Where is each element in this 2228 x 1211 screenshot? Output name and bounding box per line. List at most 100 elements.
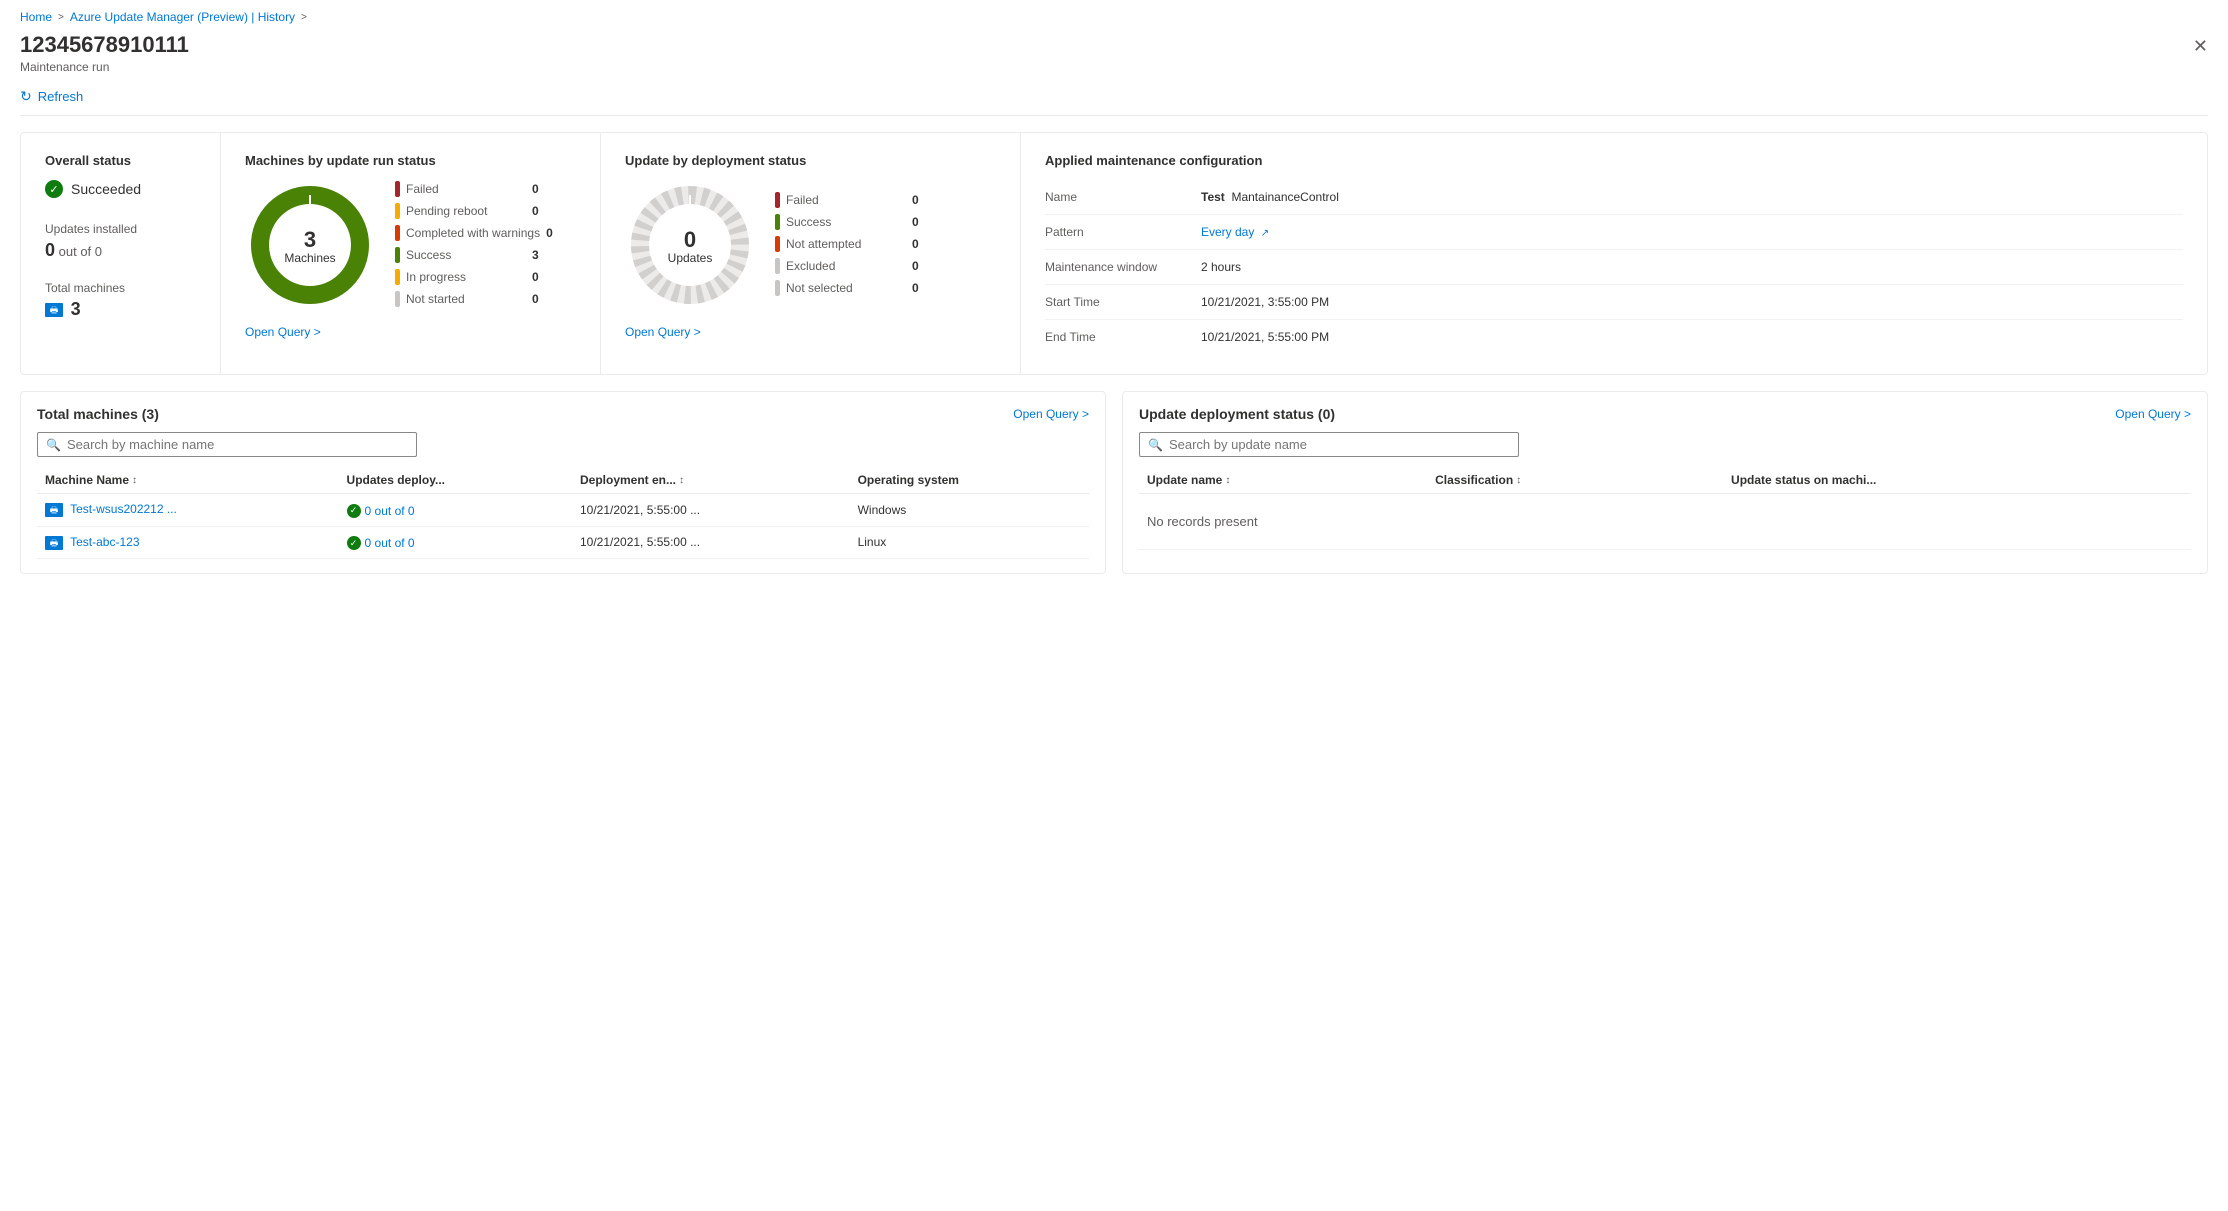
- refresh-label: Refresh: [38, 89, 84, 104]
- machine-deployment-2: 10/21/2021, 5:55:00 ...: [572, 526, 850, 559]
- refresh-button[interactable]: ↻ Refresh: [20, 88, 83, 105]
- updates-table-header: Update deployment status (0) Open Query …: [1139, 406, 2191, 422]
- config-val-starttime: 10/21/2021, 3:55:00 PM: [1201, 295, 1329, 309]
- overall-status-title: Overall status: [45, 153, 196, 168]
- machines-col-os: Operating system: [850, 467, 1089, 494]
- breadcrumb-home[interactable]: Home: [20, 10, 52, 24]
- sort-icon-name: ↕: [132, 475, 137, 486]
- config-table: Name Test MantainanceControl Pattern Eve…: [1045, 180, 2183, 354]
- config-row-window: Maintenance window 2 hours: [1045, 250, 2183, 285]
- legend-bar-success: [395, 247, 400, 263]
- updates-donut-num: 0: [668, 229, 713, 251]
- legend-item-pendingreboot: Pending reboot 0: [395, 203, 553, 219]
- updates-donut-text: Updates: [668, 251, 713, 265]
- updates-open-query[interactable]: Open Query >: [625, 325, 701, 339]
- legend-bar-notstarted: [395, 291, 400, 307]
- update-name-excluded: Excluded: [786, 259, 906, 273]
- updates-table-open-query[interactable]: Open Query >: [2115, 407, 2191, 421]
- machines-sort-deployment[interactable]: Deployment en... ↕: [580, 473, 684, 487]
- legend-name-pendingreboot: Pending reboot: [406, 204, 526, 218]
- machines-open-query[interactable]: Open Query >: [245, 325, 321, 339]
- legend-name-success: Success: [406, 248, 526, 262]
- updates-table-title: Update deployment status (0): [1139, 406, 1335, 422]
- machines-search-input[interactable]: [67, 437, 408, 452]
- update-bar-notattempted: [775, 236, 780, 252]
- update-val-failed: 0: [912, 193, 919, 207]
- close-button[interactable]: ✕: [2193, 36, 2208, 57]
- status-succeeded: ✓ Succeeded: [45, 180, 196, 198]
- updates-sort-name[interactable]: Update name ↕: [1147, 473, 1230, 487]
- machines-donut-num: 3: [284, 229, 335, 251]
- legend-item-success: Success 3: [395, 247, 553, 263]
- machines-donut: 3 Machines: [245, 180, 375, 313]
- pattern-link[interactable]: Every day ↗: [1201, 225, 1269, 239]
- legend-name-completedwarnings: Completed with warnings: [406, 226, 540, 240]
- external-link-icon: ↗: [1261, 228, 1269, 239]
- overall-status-panel: Overall status ✓ Succeeded Updates insta…: [21, 133, 221, 374]
- machine-name-1: 🖶 Test-wsus202212 ...: [37, 494, 339, 527]
- machine-icon: 🖶: [45, 303, 63, 317]
- sort-icon-classification: ↕: [1516, 475, 1521, 486]
- tables-row: Total machines (3) Open Query > 🔍 Machin…: [20, 391, 2208, 574]
- total-machines-section: Total machines 🖶 3: [45, 281, 196, 320]
- machine-deployment-1: 10/21/2021, 5:55:00 ...: [572, 494, 850, 527]
- machines-col-deployment[interactable]: Deployment en... ↕: [572, 467, 850, 494]
- refresh-icon: ↻: [20, 88, 32, 105]
- updates-chart-panel: Update by deployment status 0 Updates: [601, 133, 1021, 374]
- machine-os-2: Linux: [850, 526, 1089, 559]
- legend-item-notstarted: Not started 0: [395, 291, 553, 307]
- machines-col-name[interactable]: Machine Name ↕: [37, 467, 339, 494]
- config-row-pattern: Pattern Every day ↗: [1045, 215, 2183, 250]
- machine-link-1[interactable]: Test-wsus202212 ...: [70, 502, 177, 516]
- updates-sort-classification[interactable]: Classification ↕: [1435, 473, 1521, 487]
- status-row: Overall status ✓ Succeeded Updates insta…: [20, 132, 2208, 375]
- main-content: Overall status ✓ Succeeded Updates insta…: [0, 116, 2228, 590]
- legend-val-pendingreboot: 0: [532, 204, 539, 218]
- legend-item-inprogress: In progress 0: [395, 269, 553, 285]
- succeeded-icon: ✓: [45, 180, 63, 198]
- update-legend-failed: Failed 0: [775, 192, 919, 208]
- machines-search-box[interactable]: 🔍: [37, 432, 417, 457]
- machines-donut-text: Machines: [284, 251, 335, 265]
- update-val-success: 0: [912, 215, 919, 229]
- updates-search-input[interactable]: [1169, 437, 1510, 452]
- update-bar-excluded: [775, 258, 780, 274]
- breadcrumb-parent[interactable]: Azure Update Manager (Preview) | History: [70, 10, 295, 24]
- machines-chart-panel: Machines by update run status 3 Machines: [221, 133, 601, 374]
- table-row: 🖶 Test-wsus202212 ... ✓ 0 out of 0 10/21…: [37, 494, 1089, 527]
- update-legend-success: Success 0: [775, 214, 919, 230]
- total-machines-count: 3: [71, 299, 81, 319]
- update-name-failed: Failed: [786, 193, 906, 207]
- updates-installed-label: Updates installed: [45, 222, 196, 236]
- updates-data-table: Update name ↕ Classification ↕ Update st…: [1139, 467, 2191, 550]
- machines-table-title: Total machines (3): [37, 406, 159, 422]
- config-key-starttime: Start Time: [1045, 295, 1185, 309]
- updates-col-status: Update status on machi...: [1723, 467, 2191, 494]
- legend-item-failed: Failed 0: [395, 181, 553, 197]
- config-val-endtime: 10/21/2021, 5:55:00 PM: [1201, 330, 1329, 344]
- maintenance-panel-title: Applied maintenance configuration: [1045, 153, 2183, 168]
- updates-col-name[interactable]: Update name ↕: [1139, 467, 1427, 494]
- sort-icon-update: ↕: [1225, 475, 1230, 486]
- no-records-cell: No records present: [1139, 494, 2191, 550]
- machines-sort-name[interactable]: Machine Name ↕: [45, 473, 137, 487]
- updates-col-classification[interactable]: Classification ↕: [1427, 467, 1723, 494]
- update-val-notselected: 0: [912, 281, 919, 295]
- config-val-name: Test MantainanceControl: [1201, 190, 1339, 204]
- machine-link-2[interactable]: Test-abc-123: [70, 535, 139, 549]
- update-legend-notselected: Not selected 0: [775, 280, 919, 296]
- machines-table-header: Total machines (3) Open Query >: [37, 406, 1089, 422]
- machines-table-open-query[interactable]: Open Query >: [1013, 407, 1089, 421]
- config-key-endtime: End Time: [1045, 330, 1185, 344]
- machines-col-updates: Updates deploy...: [339, 467, 572, 494]
- update-bar-success: [775, 214, 780, 230]
- machine-updates-link-1[interactable]: 0 out of 0: [365, 504, 415, 518]
- machine-updates-link-2[interactable]: 0 out of 0: [365, 536, 415, 550]
- updates-search-box[interactable]: 🔍: [1139, 432, 1519, 457]
- machine-updates-1: ✓ 0 out of 0: [339, 494, 572, 527]
- update-name-notselected: Not selected: [786, 281, 906, 295]
- machines-donut-row: 3 Machines Failed 0 Pending reboot 0: [245, 180, 576, 313]
- legend-bar-inprogress: [395, 269, 400, 285]
- config-key-name: Name: [1045, 190, 1185, 204]
- updates-donut: 0 Updates: [625, 180, 755, 313]
